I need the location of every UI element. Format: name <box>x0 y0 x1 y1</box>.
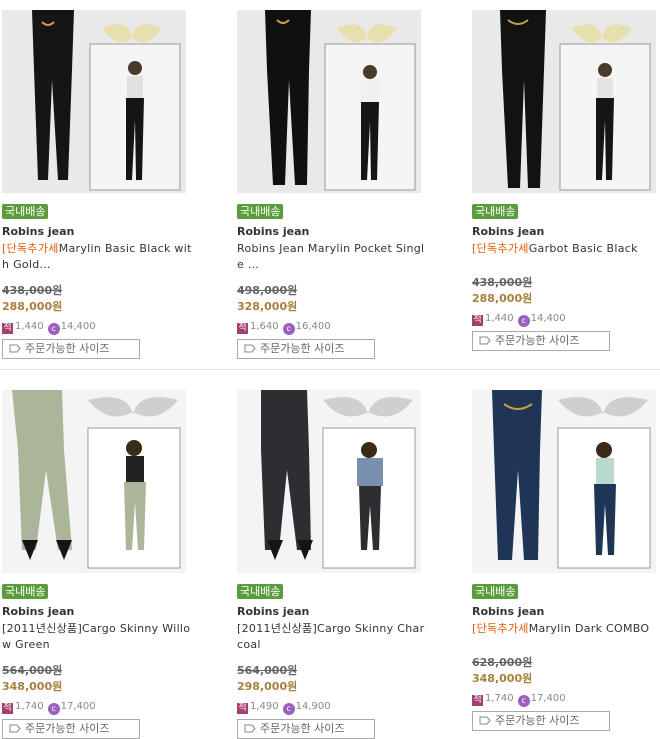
exclusive-tag: [단독추가세 <box>472 242 529 255</box>
points-icon: 적 <box>2 323 13 334</box>
original-price: 438,000원 <box>2 284 63 297</box>
tag-icon <box>479 716 491 725</box>
reward-points: 적 1,740 c 17,400 <box>472 691 660 707</box>
product-title-text: [2011년신상품]Cargo Skinny Willow Green <box>2 622 191 651</box>
original-price: 564,000원 <box>2 664 63 677</box>
sale-price: 288,000원 <box>2 300 63 313</box>
brand-name: Robins jean <box>472 605 545 618</box>
size-button-label: 주문가능한 사이즈 <box>260 722 345 735</box>
points-value: 1,490 <box>250 701 279 712</box>
size-button-label: 주문가능한 사이즈 <box>495 334 580 347</box>
coin-value: 14,900 <box>295 701 331 712</box>
domestic-shipping-badge: 국내배송 <box>237 584 284 599</box>
tag-icon <box>244 724 256 733</box>
brand-name: Robins jean <box>472 225 545 238</box>
exclusive-tag: [단독추가세 <box>2 242 59 255</box>
points-value: 1,740 <box>485 693 514 704</box>
tag-icon <box>9 724 21 733</box>
product-image[interactable] <box>472 390 656 573</box>
tag-icon <box>479 336 491 345</box>
product-image[interactable] <box>2 390 186 573</box>
size-button-label: 주문가능한 사이즈 <box>25 342 110 355</box>
coin-value: 17,400 <box>60 701 96 712</box>
available-sizes-button[interactable]: 주문가능한 사이즈 <box>237 719 375 739</box>
points-icon: 적 <box>472 315 483 326</box>
original-price: 498,000원 <box>237 284 298 297</box>
domestic-shipping-badge: 국내배송 <box>237 204 284 219</box>
points-icon: 적 <box>237 703 248 714</box>
domestic-shipping-badge: 국내배송 <box>472 584 519 599</box>
original-price: 438,000원 <box>472 276 533 289</box>
points-value: 1,440 <box>485 313 514 324</box>
points-icon: 적 <box>472 695 483 706</box>
product-title[interactable]: [2011년신상품]Cargo Skinny Willow Green <box>2 621 192 653</box>
size-button-label: 주문가능한 사이즈 <box>495 714 580 727</box>
coin-value: 16,400 <box>295 321 331 332</box>
brand-name: Robins jean <box>2 605 75 618</box>
tag-icon <box>244 344 256 353</box>
size-button-label: 주문가능한 사이즈 <box>25 722 110 735</box>
product-title[interactable]: [단독추가세Garbot Basic Black <box>472 241 660 257</box>
available-sizes-button[interactable]: 주문가능한 사이즈 <box>2 339 140 359</box>
reward-points: 적 1,440 c 14,400 <box>2 319 192 335</box>
points-icon: 적 <box>2 703 13 714</box>
sale-price: 348,000원 <box>2 680 63 693</box>
points-value: 1,640 <box>250 321 279 332</box>
reward-points: 적 1,490 c 14,900 <box>237 699 427 715</box>
brand-name: Robins jean <box>237 225 310 238</box>
coin-icon: c <box>47 323 60 335</box>
coin-icon: c <box>517 315 530 327</box>
reward-points: 적 1,740 c 17,400 <box>2 699 192 715</box>
coin-icon: c <box>517 695 530 707</box>
product-title[interactable]: [2011년신상품]Cargo Skinny Charcoal <box>237 621 427 653</box>
points-value: 1,440 <box>15 321 44 332</box>
points-value: 1,740 <box>15 701 44 712</box>
domestic-shipping-badge: 국내배송 <box>2 584 49 599</box>
product-title-text: Garbot Basic Black <box>528 242 638 255</box>
brand-name: Robins jean <box>2 225 75 238</box>
row-divider <box>0 369 660 370</box>
reward-points: 적 1,640 c 16,400 <box>237 319 427 335</box>
domestic-shipping-badge: 국내배송 <box>472 204 519 219</box>
coin-value: 17,400 <box>530 693 566 704</box>
sale-price: 298,000원 <box>237 680 298 693</box>
coin-icon: c <box>282 323 295 335</box>
size-button-label: 주문가능한 사이즈 <box>260 342 345 355</box>
product-image[interactable] <box>2 10 186 193</box>
coin-value: 14,400 <box>530 313 566 324</box>
product-image[interactable] <box>472 10 656 193</box>
available-sizes-button[interactable]: 주문가능한 사이즈 <box>2 719 140 739</box>
domestic-shipping-badge: 국내배송 <box>2 204 49 219</box>
sale-price: 288,000원 <box>472 292 533 305</box>
coin-value: 14,400 <box>60 321 96 332</box>
product-title-text: Marylin Dark COMBO <box>528 622 650 635</box>
points-icon: 적 <box>237 323 248 334</box>
original-price: 628,000원 <box>472 656 533 669</box>
available-sizes-button[interactable]: 주문가능한 사이즈 <box>472 331 610 351</box>
product-title-text: [2011년신상품]Cargo Skinny Charcoal <box>237 622 425 651</box>
brand-name: Robins jean <box>237 605 310 618</box>
product-title[interactable]: [단독추가세Marylin Dark COMBO <box>472 621 660 637</box>
reward-points: 적 1,440 c 14,400 <box>472 311 660 327</box>
original-price: 564,000원 <box>237 664 298 677</box>
product-image[interactable] <box>237 390 421 573</box>
coin-icon: c <box>282 703 295 715</box>
coin-icon: c <box>47 703 60 715</box>
tag-icon <box>9 344 21 353</box>
product-title-text: Robins Jean Marylin Pocket Single … <box>237 242 425 271</box>
product-image[interactable] <box>237 10 421 193</box>
product-title[interactable]: [단독추가세Marylin Basic Black with Gold… <box>2 241 192 273</box>
product-title[interactable]: Robins Jean Marylin Pocket Single … <box>237 241 427 273</box>
available-sizes-button[interactable]: 주문가능한 사이즈 <box>472 711 610 731</box>
sale-price: 348,000원 <box>472 672 533 685</box>
sale-price: 328,000원 <box>237 300 298 313</box>
exclusive-tag: [단독추가세 <box>472 622 529 635</box>
available-sizes-button[interactable]: 주문가능한 사이즈 <box>237 339 375 359</box>
